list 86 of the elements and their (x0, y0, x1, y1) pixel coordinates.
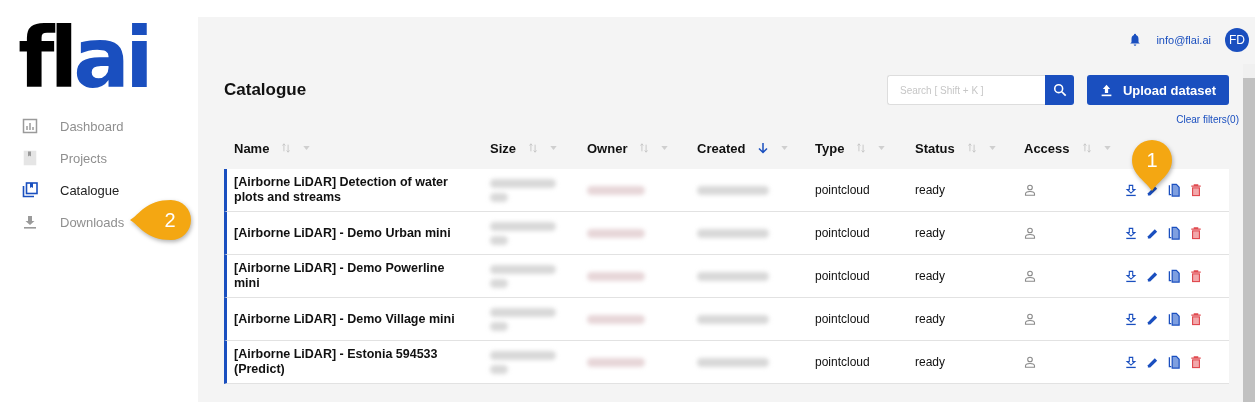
search-icon (1052, 83, 1067, 97)
page-title: Catalogue (224, 80, 308, 100)
library-icon (22, 182, 38, 198)
column-header[interactable]: Status (915, 140, 955, 156)
callout-marker: 2 (130, 200, 191, 240)
account-email[interactable]: info@flai.ai (1156, 34, 1211, 46)
table-row[interactable]: [Airborne LiDAR] - Demo Powerline mini pointcloud ready (224, 255, 1229, 298)
avatar[interactable]: FD (1225, 28, 1249, 52)
table-cell: pointcloud (815, 269, 870, 283)
blurred-text (697, 314, 769, 324)
sort-descending-icon[interactable] (757, 142, 770, 154)
person-icon (1024, 356, 1036, 368)
table-row[interactable]: [Airborne LiDAR] - Estonia 594533 (Predict) pointcloud ready (224, 341, 1229, 384)
download-icon[interactable] (1125, 226, 1137, 240)
table-cell: ready (915, 269, 946, 283)
table-cell: pointcloud (815, 312, 870, 326)
blurred-text (587, 357, 645, 367)
clear-filters-link[interactable]: Clear filters(0) (1176, 114, 1239, 125)
copy-icon[interactable] (1168, 312, 1181, 326)
table-row[interactable]: [Airborne LiDAR] - Demo Urban mini pointcloud ready (224, 212, 1229, 255)
person-icon (1024, 184, 1036, 196)
dataset-name: [Airborne LiDAR] - Demo Urban mini (234, 225, 451, 241)
blurred-text (587, 314, 645, 324)
dataset-name: [Airborne LiDAR] - Demo Village mini (234, 311, 455, 327)
column-header[interactable]: Created (697, 140, 746, 156)
callout-marker: 1 (1132, 140, 1172, 191)
person-icon (1024, 270, 1036, 282)
trash-icon[interactable] (1190, 355, 1202, 369)
copy-icon[interactable] (1168, 355, 1181, 369)
download-icon[interactable] (1125, 269, 1137, 283)
book-icon (22, 150, 38, 166)
table-cell: ready (915, 312, 946, 326)
table-cell: pointcloud (815, 355, 870, 369)
download-icon[interactable] (1125, 355, 1137, 369)
column-header[interactable]: Type (815, 140, 845, 156)
table-cell: pointcloud (815, 183, 870, 197)
table-cell: pointcloud (815, 226, 870, 240)
blurred-text (490, 264, 556, 274)
trash-icon[interactable] (1190, 269, 1202, 283)
download-icon (22, 214, 38, 230)
dataset-name: [Airborne LiDAR] - Demo Powerline mini (234, 261, 446, 291)
table-row[interactable]: [Airborne LiDAR] Detection of water plots and streams pointcloud ready (224, 169, 1229, 212)
table-cell: ready (915, 355, 946, 369)
blurred-text (490, 364, 508, 374)
person-icon (1024, 227, 1036, 239)
blurred-text (697, 357, 769, 367)
copy-icon[interactable] (1168, 269, 1181, 283)
blurred-text (490, 221, 556, 231)
trash-icon[interactable] (1190, 312, 1202, 326)
blurred-text (697, 228, 769, 238)
column-header[interactable]: Size (490, 140, 516, 156)
download-icon[interactable] (1125, 312, 1137, 326)
blurred-text (697, 271, 769, 281)
upload-icon (1099, 83, 1113, 97)
dataset-name: [Airborne LiDAR] Detection of water plots and streams (234, 175, 449, 205)
table-cell: ready (915, 226, 946, 240)
blurred-text (490, 278, 508, 288)
column-header[interactable]: Access (1024, 140, 1070, 156)
chart-icon (22, 118, 38, 134)
scrollbar[interactable] (1243, 64, 1255, 402)
blurred-text (587, 271, 645, 281)
logo: flai (18, 18, 149, 98)
bell-icon[interactable] (1128, 33, 1143, 47)
copy-icon[interactable] (1168, 226, 1181, 240)
column-header[interactable]: Name (234, 140, 270, 156)
trash-icon[interactable] (1190, 226, 1202, 240)
dataset-name: [Airborne LiDAR] - Estonia 594533 (Predict) (234, 347, 439, 377)
person-icon (1024, 313, 1036, 325)
download-icon[interactable] (1125, 183, 1137, 197)
blurred-text (490, 178, 556, 188)
blurred-text (697, 185, 769, 195)
blurred-text (587, 228, 645, 238)
trash-icon[interactable] (1190, 183, 1202, 197)
table-cell: ready (915, 183, 946, 197)
sidebar-item[interactable]: Catalogue (18, 174, 120, 206)
column-header[interactable]: Owner (587, 140, 628, 156)
blurred-text (490, 307, 556, 317)
copy-icon[interactable] (1168, 183, 1181, 197)
blurred-text (490, 235, 508, 245)
blurred-text (490, 321, 508, 331)
search-button[interactable] (1045, 75, 1074, 105)
blurred-text (490, 350, 556, 360)
blurred-text (490, 192, 508, 202)
upload-button[interactable]: Upload dataset (1087, 75, 1229, 105)
blurred-text (587, 185, 645, 195)
table-row[interactable]: [Airborne LiDAR] - Demo Village mini pointcloud ready (224, 298, 1229, 341)
